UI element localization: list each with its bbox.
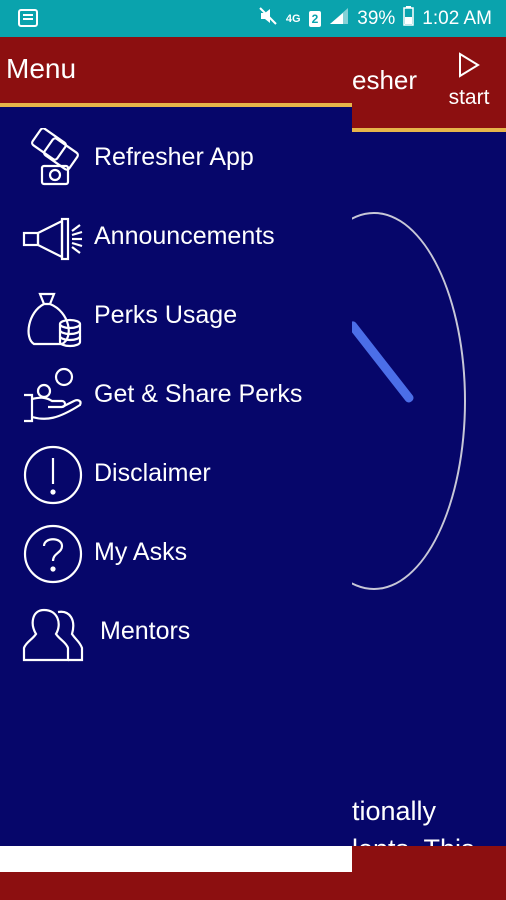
hand-coin-icon	[22, 365, 84, 427]
play-icon	[457, 52, 481, 83]
menu-item-my-asks[interactable]: My Asks	[0, 520, 352, 590]
people-icon	[22, 602, 84, 664]
menu-item-refresher-app[interactable]: Refresher App	[0, 125, 352, 195]
money-bag-icon	[22, 286, 84, 348]
megaphone-icon	[20, 207, 83, 269]
status-bar: 4G 2 39% 1:02 AM	[0, 0, 506, 37]
menu-item-label: Refresher App	[94, 143, 254, 171]
menu-item-label: Perks Usage	[94, 301, 238, 329]
menu-item-mentors[interactable]: Mentors	[0, 599, 352, 669]
menu-item-get-share-perks[interactable]: Get & Share Perks	[0, 362, 352, 432]
drawer-title: Menu	[6, 53, 77, 84]
menu-item-label: Get & Share Perks	[94, 380, 303, 408]
question-icon	[22, 523, 84, 585]
exclamation-icon	[22, 444, 84, 506]
menu-item-label: Disclaimer	[94, 459, 211, 487]
menu-item-label: Announcements	[94, 222, 275, 250]
sim-badge: 2	[308, 11, 322, 27]
refresher-app-icon	[22, 127, 84, 190]
mute-icon	[258, 6, 278, 32]
drawer-header-divider	[0, 103, 352, 107]
menu-item-perks-usage[interactable]: Perks Usage	[0, 283, 352, 353]
network-type: 4G	[285, 13, 301, 25]
battery-percent: 39%	[357, 8, 396, 29]
menu-item-announcements[interactable]: Announcements	[0, 204, 352, 274]
message-icon	[18, 9, 38, 27]
drawer-header: Menu	[0, 37, 352, 103]
menu-item-label: Mentors	[100, 617, 191, 645]
start-label: start	[448, 86, 490, 109]
menu-item-label: My Asks	[94, 538, 188, 566]
battery-icon	[403, 6, 415, 32]
clock: 1:02 AM	[422, 8, 492, 29]
background-text-line1: tionally	[352, 796, 437, 826]
start-button[interactable]: start	[440, 50, 498, 112]
signal-icon	[329, 7, 349, 31]
navigation-drawer: Menu Refresher App Announcements Perks U…	[0, 37, 352, 846]
background-screen-title: esher	[352, 65, 418, 95]
bottom-white-strip	[0, 846, 352, 872]
menu-item-disclaimer[interactable]: Disclaimer	[0, 441, 352, 511]
